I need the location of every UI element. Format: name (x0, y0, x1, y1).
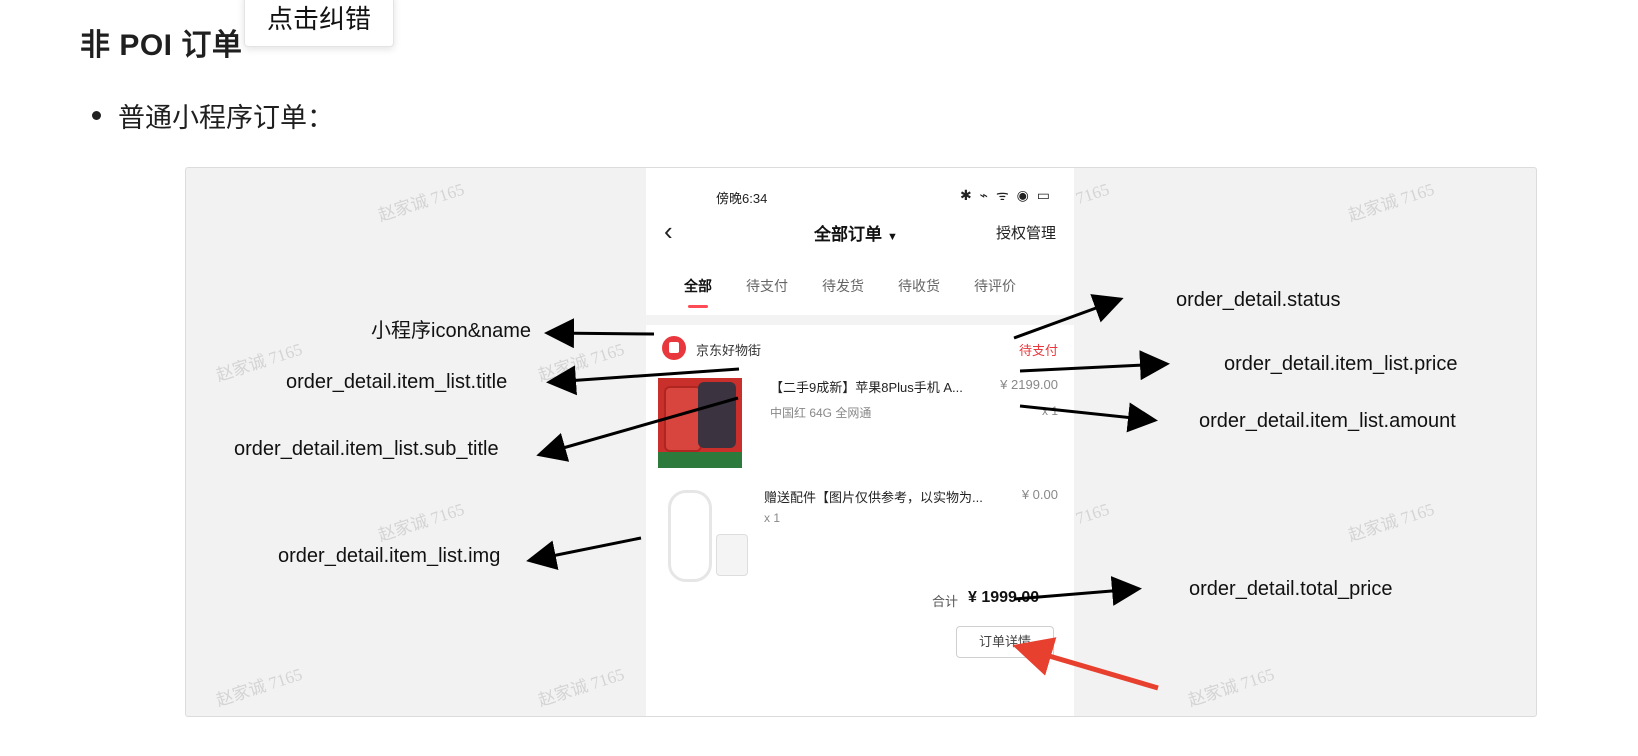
arrow-icon-name (544, 318, 655, 349)
annotation-arrows (526, 294, 1170, 691)
section-heading: 非 POI 订单 (80, 29, 243, 62)
correction-tooltip[interactable]: 点击纠错 (244, 0, 395, 47)
bullet-text: 普通小程序订单： (118, 103, 334, 133)
bullet-item: 普通小程序订单： (92, 96, 334, 135)
arrow-detail-button (1012, 637, 1159, 691)
annotated-screenshot-figure: 赵家诚 7165 赵家诚 7165 赵家诚 7165 赵家诚 7165 赵家诚 … (185, 167, 1537, 717)
bullet-dot-icon (92, 111, 101, 120)
arrow-img (526, 536, 642, 570)
arrow-title (546, 365, 740, 396)
arrow-price (1019, 350, 1170, 381)
arrow-total-price (1013, 576, 1142, 606)
arrow-subtitle (536, 396, 739, 462)
arrow-amount (1019, 402, 1158, 433)
arrow-status (1013, 294, 1124, 340)
